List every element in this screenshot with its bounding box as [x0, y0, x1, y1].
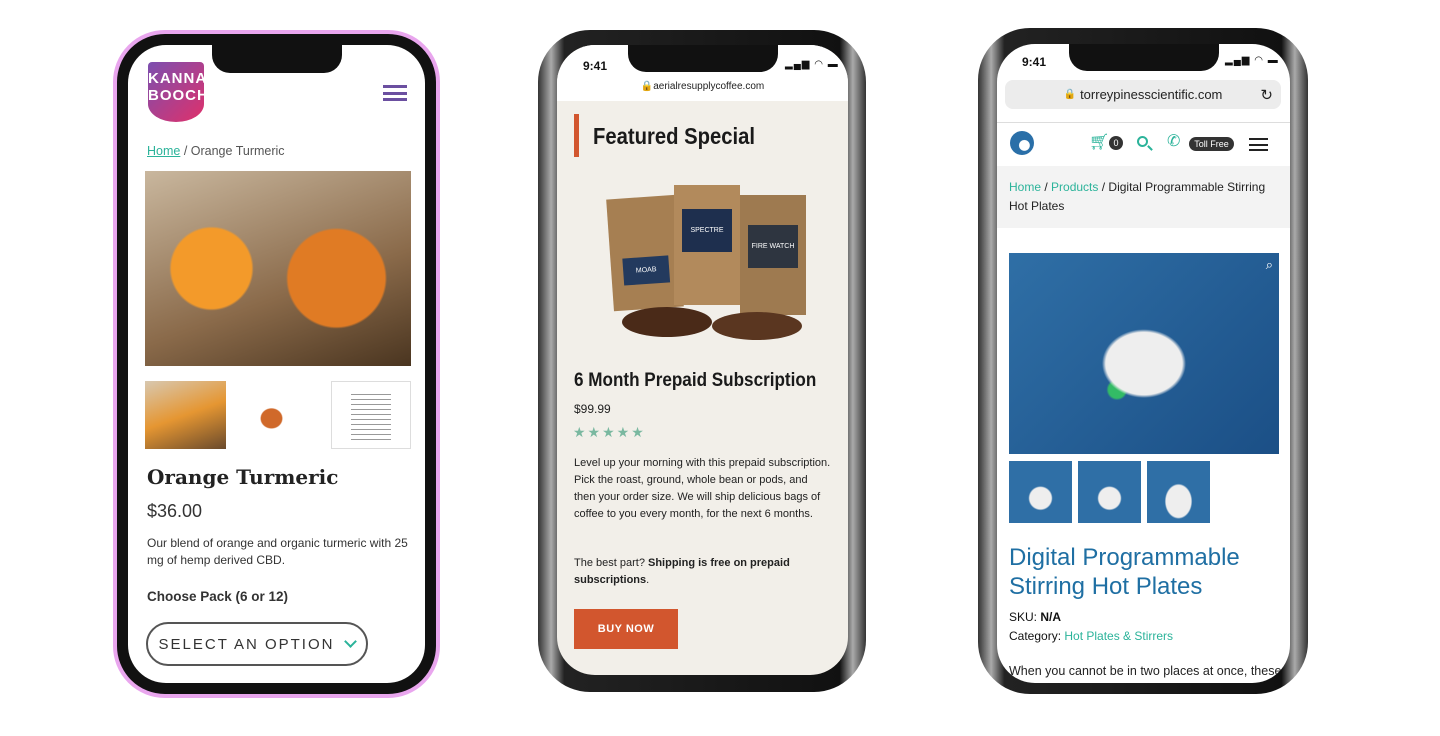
- reload-icon[interactable]: ↻: [1260, 86, 1273, 104]
- product-image[interactable]: MOAB SPECTRE FIRE WATCH: [602, 177, 822, 352]
- menu-icon[interactable]: [1249, 138, 1268, 151]
- chevron-down-icon: [344, 635, 358, 648]
- phone-torrey-pines: 9:41 ▂▄▆ ◠ ▬ 🔒 torreypinesscientific.com …: [978, 28, 1308, 694]
- section-heading: Featured Special: [593, 123, 755, 149]
- status-time: 9:41: [583, 59, 608, 73]
- thumbnail-2[interactable]: [231, 381, 312, 449]
- url-bar[interactable]: 🔒aerialresupplycoffee.com: [557, 81, 848, 92]
- thumbnail-3[interactable]: [331, 381, 411, 449]
- option-label: Choose Pack (6 or 12): [147, 589, 289, 604]
- bag-label: FIRE WATCH: [748, 225, 798, 268]
- url-bar[interactable]: 🔒 torreypinesscientific.com ↻: [1005, 80, 1281, 109]
- breadcrumb-current: / Orange Turmeric: [180, 144, 285, 158]
- cart-icon[interactable]: 🛒︎: [1089, 132, 1109, 152]
- product-title: Digital Programmable Stirring Hot Plates: [1009, 544, 1240, 600]
- breadcrumb: Home / Orange Turmeric: [147, 144, 285, 158]
- breadcrumb-home[interactable]: Home: [147, 144, 180, 158]
- phone-kannabooch: KANNA BOOCH Home / Orange Turmeric Orang…: [113, 30, 440, 698]
- thumbnail-2[interactable]: [1078, 461, 1141, 523]
- thumbnail-1[interactable]: [145, 381, 226, 449]
- buy-now-button[interactable]: BUY NOW: [574, 609, 678, 649]
- category-link[interactable]: Hot Plates & Stirrers: [1064, 629, 1173, 643]
- shipping-note: The best part? Shipping is free on prepa…: [574, 557, 790, 586]
- lock-icon: 🔒: [1063, 89, 1077, 100]
- status-time: 9:41: [1022, 55, 1047, 69]
- signal-wifi-battery-icon: ▂▄▆ ◠ ▬: [1225, 55, 1279, 66]
- cart-count-badge: 0: [1109, 136, 1123, 150]
- category: Category: Hot Plates & Stirrers: [1009, 629, 1174, 643]
- signal-wifi-battery-icon: ▂▄▆ ◠ ▬: [785, 59, 839, 70]
- search-icon[interactable]: [1137, 136, 1153, 151]
- kanna-booch-logo[interactable]: KANNA BOOCH: [148, 62, 208, 122]
- product-description: Our blend of orange and organic turmeric…: [147, 536, 408, 567]
- product-main-image[interactable]: ⌕: [1009, 253, 1279, 454]
- bag-label: SPECTRE: [682, 209, 732, 252]
- phone-aerial-resupply: 9:41 ▂▄▆ ◠ ▬ 🔒aerialresupplycoffee.com F…: [538, 30, 866, 692]
- product-main-image[interactable]: [145, 171, 411, 366]
- lock-icon: 🔒: [640, 81, 654, 92]
- product-title: Orange Turmeric: [147, 465, 339, 489]
- sku: SKU: N/A: [1009, 610, 1062, 624]
- thumbnail-1[interactable]: [1009, 461, 1072, 523]
- breadcrumb-home[interactable]: Home: [1009, 180, 1041, 194]
- product-description: Level up your morning with this prepaid …: [574, 457, 831, 520]
- zoom-icon[interactable]: ⌕: [1266, 257, 1273, 273]
- bag-label: MOAB: [622, 255, 671, 286]
- product-price: $99.99: [574, 402, 611, 416]
- select-option-dropdown[interactable]: SELECT AN OPTION: [146, 622, 368, 666]
- product-price: $36.00: [147, 501, 203, 521]
- product-description: When you cannot be in two places at once…: [1009, 664, 1282, 678]
- select-option-label: SELECT AN OPTION: [158, 635, 335, 653]
- breadcrumb: Home / Products / Digital Programmable S…: [997, 166, 1290, 228]
- toll-free-badge[interactable]: Toll Free: [1189, 137, 1234, 151]
- thumbnail-3[interactable]: [1147, 461, 1210, 523]
- phone-icon[interactable]: ✆: [1167, 131, 1180, 151]
- heading-accent-bar: [574, 114, 579, 157]
- breadcrumb-current: Digital Programmable Stirring Hot Plates: [1009, 180, 1266, 213]
- breadcrumb-products[interactable]: Products: [1051, 180, 1098, 194]
- site-logo[interactable]: [1010, 131, 1034, 155]
- product-title: 6 Month Prepaid Subscription: [574, 370, 817, 391]
- menu-icon[interactable]: [383, 85, 407, 101]
- rating-stars: ★★★★★: [573, 424, 646, 440]
